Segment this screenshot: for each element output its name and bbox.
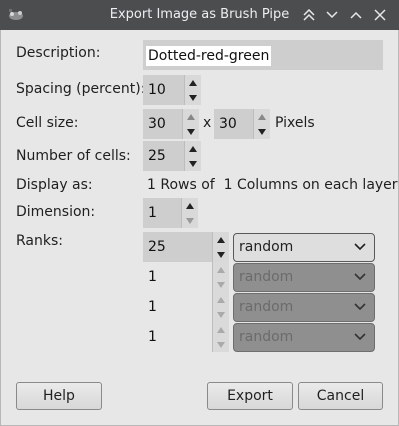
decrement-arrow-icon[interactable] (213, 247, 229, 262)
decrement-arrow-icon[interactable] (185, 90, 201, 105)
maximize-icon[interactable] (347, 6, 365, 24)
cancel-button[interactable]: Cancel (298, 382, 383, 410)
rank-3-value: 1 (148, 299, 157, 315)
decrement-arrow-icon (213, 307, 229, 322)
spacing-label: Spacing (percent): (16, 81, 146, 97)
rank-1-spinner[interactable]: 25 (143, 232, 229, 262)
increment-arrow-icon (213, 262, 229, 277)
chevron-down-icon (354, 333, 366, 341)
rank-4-spinner: 1 (143, 322, 229, 352)
decrement-arrow-icon (213, 277, 229, 292)
increment-arrow-icon (213, 292, 229, 307)
cell-size-unit: Pixels (275, 115, 315, 131)
rank-3-selection-dropdown: random (233, 293, 375, 322)
display-as-label: Display as: (16, 177, 93, 193)
help-button[interactable]: Help (16, 382, 102, 410)
rank-4-value: 1 (148, 329, 157, 345)
display-as-value: 1 Rows of 1 Columns on each layer (147, 177, 398, 193)
spacing-value[interactable]: 10 (143, 75, 185, 105)
rank-2-value: 1 (148, 269, 157, 285)
chevron-down-icon (354, 273, 366, 281)
number-of-cells-label: Number of cells: (16, 148, 131, 164)
description-label: Description: (16, 45, 101, 61)
cell-size-label: Cell size: (16, 115, 79, 131)
rank-3-selection-value: random (239, 299, 294, 315)
description-value: Dotted-red-green (146, 46, 272, 66)
decrement-arrow-icon (213, 337, 229, 352)
ranks-label: Ranks: (16, 233, 63, 249)
rank-1-selection-value: random (239, 239, 294, 255)
rank-4-selection-dropdown: random (233, 323, 375, 352)
increment-arrow-icon[interactable] (185, 75, 201, 90)
cell-width-value[interactable]: 30 (143, 109, 183, 139)
increment-arrow-icon[interactable] (183, 109, 199, 124)
dimension-value[interactable]: 1 (143, 198, 182, 228)
number-of-cells-spinner[interactable]: 25 (143, 141, 201, 171)
rank-2-selection-value: random (239, 269, 294, 285)
minimize-icon[interactable] (323, 6, 341, 24)
chevron-down-icon (354, 303, 366, 311)
rank-1-value[interactable]: 25 (143, 232, 213, 262)
increment-arrow-icon (213, 322, 229, 337)
cell-height-spinner[interactable]: 30 (214, 109, 270, 139)
cell-size-separator: x (203, 115, 212, 131)
rank-2-selection-dropdown: random (233, 263, 375, 292)
increment-arrow-icon[interactable] (213, 232, 229, 247)
description-field[interactable]: Dotted-red-green (143, 40, 383, 70)
rank-4-selection-value: random (239, 329, 294, 345)
cell-height-value[interactable]: 30 (214, 109, 254, 139)
rank-2-spinner: 1 (143, 262, 229, 292)
decrement-arrow-icon[interactable] (185, 156, 201, 171)
decrement-arrow-icon[interactable] (182, 213, 198, 228)
keep-above-icon[interactable] (300, 6, 318, 24)
number-of-cells-value[interactable]: 25 (143, 141, 185, 171)
increment-arrow-icon[interactable] (254, 109, 270, 124)
decrement-arrow-icon[interactable] (254, 124, 270, 139)
rank-1-selection-dropdown[interactable]: random (233, 233, 375, 262)
decrement-arrow-icon[interactable] (183, 124, 199, 139)
dimension-spinner[interactable]: 1 (143, 198, 198, 228)
increment-arrow-icon[interactable] (182, 198, 198, 213)
chevron-down-icon (354, 243, 366, 251)
cell-width-spinner[interactable]: 30 (143, 109, 199, 139)
dimension-label: Dimension: (16, 204, 96, 220)
export-button[interactable]: Export (207, 382, 293, 410)
close-icon[interactable] (371, 6, 389, 24)
rank-3-spinner: 1 (143, 292, 229, 322)
spacing-spinner[interactable]: 10 (143, 75, 201, 105)
increment-arrow-icon[interactable] (185, 141, 201, 156)
title-bar[interactable]: Export Image as Brush Pipe (0, 0, 399, 30)
